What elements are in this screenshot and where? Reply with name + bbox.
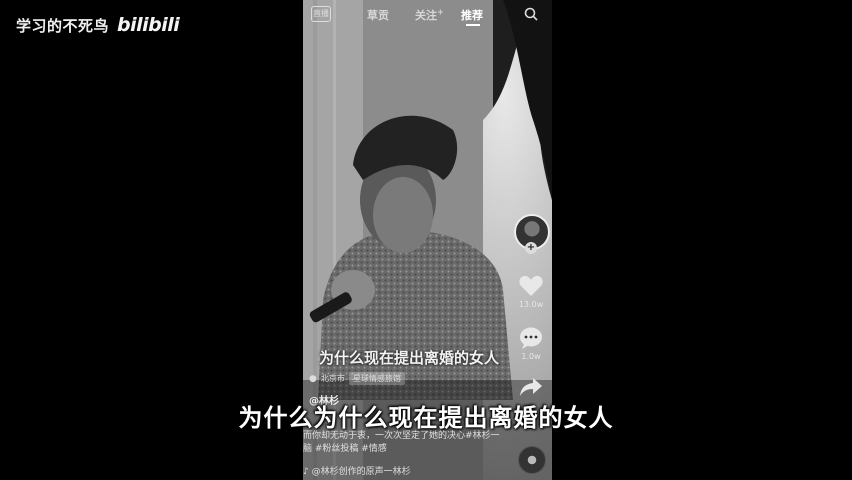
tab-home[interactable]: 草贡 — [367, 7, 389, 23]
follow-plus-button[interactable]: + — [525, 242, 537, 254]
tab-following[interactable]: 关注+ — [415, 7, 444, 23]
tab-recommend[interactable]: 推荐 — [461, 7, 483, 23]
like-count: 13.0w — [518, 300, 544, 309]
live-icon[interactable]: 直播 — [311, 6, 331, 22]
music-info[interactable]: ♪ @林杉创作的原声一林杉 — [303, 464, 411, 477]
search-icon[interactable] — [524, 7, 538, 21]
location-tag: 星球情感旅馆 — [348, 372, 405, 385]
bilibili-watermark: 学习的不死鸟 bilibili — [16, 14, 180, 36]
heart-icon — [519, 275, 543, 296]
video-subtitle: 为什么为什么现在提出离婚的女人 — [238, 404, 614, 432]
music-disc-icon[interactable] — [518, 446, 546, 474]
comment-icon — [520, 327, 542, 349]
location-pin-icon: ● — [309, 373, 317, 384]
top-nav: 直播 草贡 关注+ 推荐 — [303, 0, 552, 30]
share-arrow-icon — [520, 378, 542, 396]
video-description: 而你却无动于衷，一次次坚定了她的决心#林杉一脑 #粉丝投稿 #情感 — [303, 431, 500, 454]
comment-count: 1.0w — [521, 352, 541, 361]
like-button[interactable]: 13.0w — [516, 274, 546, 309]
active-tab-indicator — [466, 24, 480, 26]
location-row[interactable]: ● 北京市 星球情感旅馆 — [309, 372, 405, 385]
channel-name: 学习的不死鸟 — [16, 16, 110, 35]
in-video-caption: 为什么现在提出离婚的女人 — [319, 349, 500, 367]
bilibili-logo: bilibili — [117, 14, 180, 36]
share-button[interactable] — [516, 376, 546, 398]
follow-badge: + — [437, 7, 444, 17]
tab-following-label: 关注 — [415, 9, 437, 22]
comment-button[interactable]: 1.0w — [516, 326, 546, 361]
location-text: 北京市 — [320, 374, 345, 383]
